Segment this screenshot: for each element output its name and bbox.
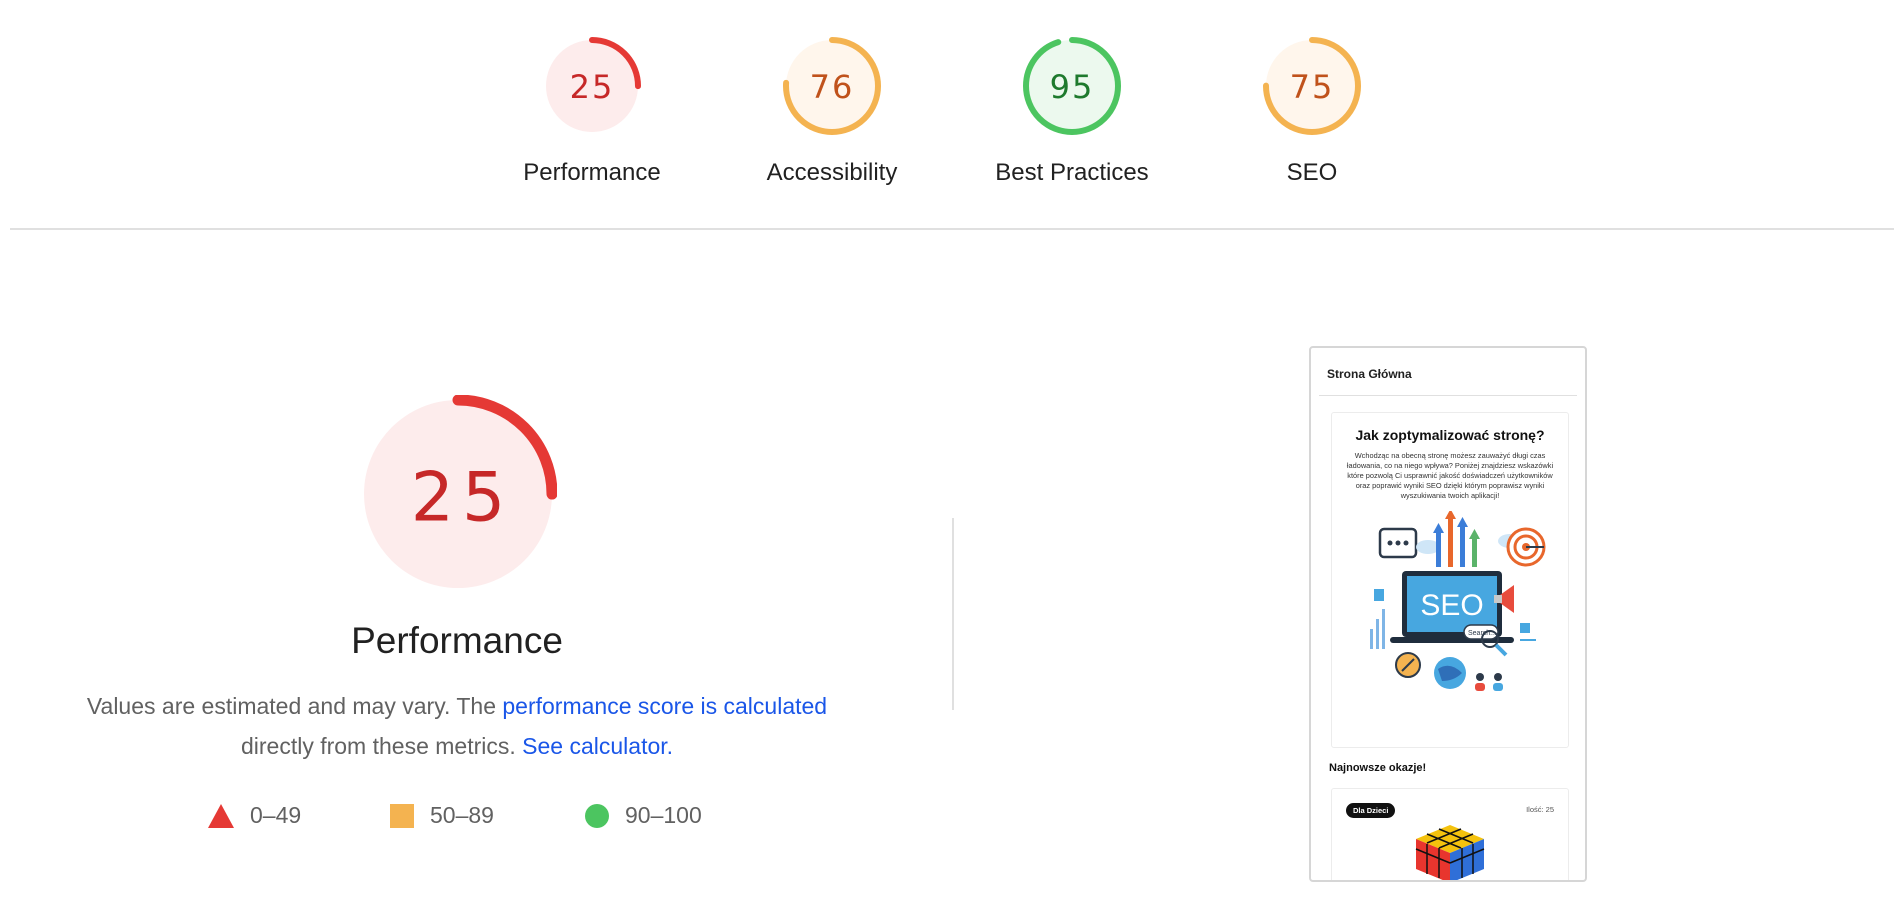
legend-range-average: 50–89 — [430, 802, 494, 828]
legend-item-average: 50–89 — [390, 802, 494, 829]
triangle-icon — [208, 803, 234, 828]
gauge-best-practices[interactable]: 95 Best Practices — [972, 36, 1172, 187]
thumbnail-hero-card: Jak zoptymalizować stronę? Wchodząc na o… — [1331, 412, 1569, 748]
thumbnail-subheading: Najnowsze okazje! — [1329, 762, 1427, 774]
performance-desc-text-2: directly from these metrics. — [240, 733, 516, 759]
performance-title: Performance — [351, 620, 563, 661]
legend-item-fail: 0–49 — [208, 802, 301, 829]
gauge-accessibility-score: 76 — [810, 68, 855, 106]
see-calculator-link[interactable]: See calculator. — [522, 733, 673, 759]
performance-score-link[interactable]: performance score is calculated — [502, 693, 827, 719]
product-tag: Dla Dzieci — [1346, 803, 1396, 818]
performance-description: Values are estimated and may vary. The p… — [60, 686, 854, 766]
gauge-performance-ring: 25 — [543, 37, 641, 135]
product-quantity: Ilość: 25 — [1526, 805, 1554, 814]
gauge-accessibility-label: Accessibility — [766, 159, 898, 186]
thumbnail-card-text: Wchodząc na obecną stronę możesz zauważy… — [1346, 451, 1554, 500]
gauge-seo-label: SEO — [1286, 159, 1338, 186]
thumbnail-header: Strona Główna — [1319, 348, 1577, 396]
gauge-performance[interactable]: 25 Performance — [492, 36, 692, 187]
gauge-accessibility-ring: 76 — [783, 37, 881, 135]
gauge-best-practices-score: 95 — [1050, 68, 1095, 106]
section-divider — [952, 518, 954, 710]
legend-range-pass: 90–100 — [625, 802, 702, 828]
legend-item-pass: 90–100 — [585, 802, 702, 829]
gauge-best-practices-ring: 95 — [1023, 37, 1121, 135]
legend-range-fail: 0–49 — [250, 802, 302, 828]
thumbnail-product-card: Dla Dzieci Ilość: 25 — [1331, 788, 1569, 880]
circle-icon — [585, 803, 609, 828]
gauge-performance-label: Performance — [523, 159, 661, 186]
score-legend: 0–49 50–89 90–100 — [0, 802, 914, 836]
category-gauges: 25 Performance 76 Accessibility 95 Best … — [0, 0, 1904, 228]
thumbnail-card-title: Jak zoptymalizować stronę? — [1355, 427, 1545, 443]
rubiks-cube-icon — [1415, 825, 1485, 880]
seo-illustration-text: SEO — [1420, 589, 1483, 622]
gauge-seo-ring: 75 — [1263, 37, 1361, 135]
seo-illustration-icon: SEO Search... — [1370, 511, 1546, 691]
performance-desc-text-1: Values are estimated and may vary. The — [86, 693, 503, 719]
performance-gauge-large: 25 — [358, 394, 558, 594]
performance-score-large: 25 — [411, 459, 514, 538]
header-divider — [10, 228, 1894, 230]
gauge-seo[interactable]: 75 SEO — [1212, 36, 1412, 187]
page-screenshot-thumbnail[interactable]: Strona Główna Jak zoptymalizować stronę?… — [1309, 346, 1587, 882]
performance-gauge-ring: 25 — [358, 394, 558, 594]
gauge-accessibility[interactable]: 76 Accessibility — [732, 36, 932, 187]
thumbnail-header-title: Strona Główna — [1327, 367, 1412, 381]
square-icon — [390, 803, 414, 828]
gauge-seo-score: 75 — [1290, 68, 1335, 106]
gauge-performance-score: 25 — [570, 68, 615, 106]
gauge-best-practices-label: Best Practices — [995, 159, 1149, 186]
